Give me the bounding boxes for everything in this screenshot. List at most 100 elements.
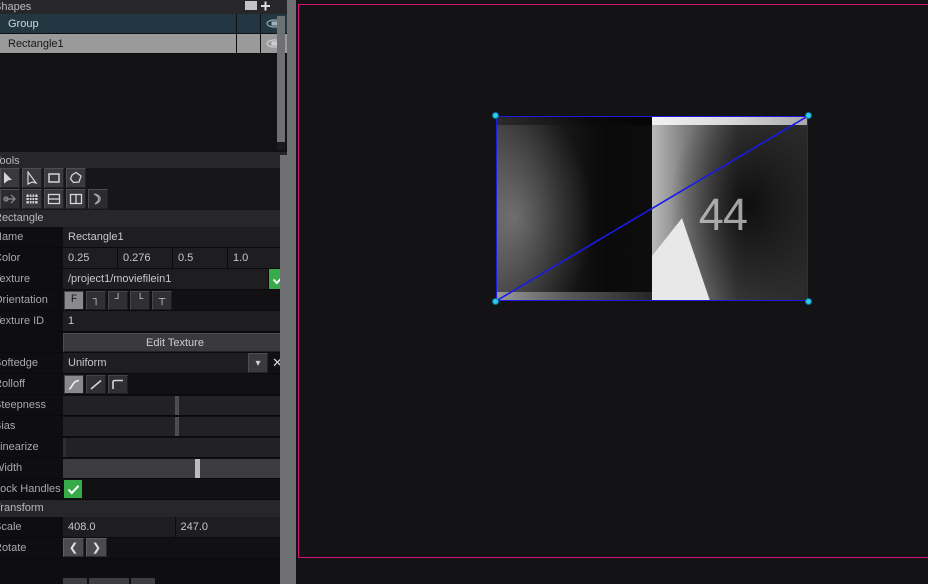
shapes-panel-header: Shapes	[0, 0, 287, 14]
orientation-option-1[interactable]: ┐	[86, 290, 106, 310]
handle-bottom-left[interactable]	[492, 298, 499, 305]
orientation-option-0[interactable]: F	[64, 290, 84, 310]
chevron-right-icon[interactable]: ❯	[86, 538, 107, 557]
bias-slider[interactable]	[63, 417, 287, 436]
name-field[interactable]: Rectangle1	[63, 227, 287, 247]
shapes-list[interactable]: Group Rectangle1	[0, 14, 287, 152]
steepness-slider[interactable]	[63, 396, 287, 415]
softedge-select[interactable]: Uniform	[63, 353, 248, 373]
rotate-buttons: ❮ ❯	[63, 538, 287, 558]
shapes-panel-title: Shapes	[0, 1, 32, 13]
add-shape-icon[interactable]	[243, 0, 271, 13]
texture-id-row: Texture ID 1	[0, 311, 287, 332]
softedge-label: Softedge	[0, 357, 39, 369]
rotate-row: Rotate ❮ ❯	[0, 538, 287, 559]
tools-panel-title: Tools	[0, 155, 20, 167]
chevron-left-icon[interactable]: ❮	[63, 538, 84, 557]
rectangle-shape[interactable]: 44	[492, 112, 812, 305]
rolloff-label: Rolloff	[0, 378, 25, 390]
shape-name: Group	[8, 17, 39, 30]
grid-tool-icon[interactable]	[22, 189, 42, 209]
color-label: Color	[0, 252, 21, 264]
lock-handles-checkbox[interactable]	[64, 480, 82, 498]
rectangle-section-header: Rectangle	[0, 210, 287, 227]
lock-handles-label: Lock Handles	[0, 483, 61, 495]
step-curve-icon[interactable]	[108, 374, 128, 394]
steepness-label: Steepness	[0, 399, 46, 411]
selection-outline	[496, 116, 808, 301]
polygon-tool-icon[interactable]	[66, 168, 86, 188]
tools-row-2	[0, 189, 287, 210]
rolloff-buttons	[63, 374, 287, 394]
name-row: Name Rectangle1	[0, 227, 287, 248]
check-icon	[67, 484, 79, 494]
panel-splitter[interactable]	[287, 0, 296, 584]
handle-top-right[interactable]	[805, 112, 812, 119]
color-g-field[interactable]: 0.276	[118, 248, 173, 268]
width-row: Width	[0, 458, 287, 479]
scale-row: Scale 408.0 247.0	[0, 517, 287, 538]
rolloff-row: Rolloff	[0, 374, 287, 395]
name-label: Name	[0, 231, 24, 243]
lock-handles-row: Lock Handles	[0, 479, 287, 500]
orientation-option-2[interactable]: ┘	[108, 290, 128, 310]
split-vertical-icon[interactable]	[66, 189, 86, 209]
transform-section-title: Transform	[0, 502, 44, 514]
edit-texture-button[interactable]: Edit Texture	[63, 333, 287, 352]
shape-column-blank	[236, 34, 260, 53]
lock-handles-wrap	[63, 479, 287, 499]
linearize-row: Linearize	[0, 437, 287, 458]
shapes-list-scrollbar[interactable]	[277, 16, 285, 150]
viewport[interactable]: 44	[296, 0, 928, 584]
orientation-buttons: F ┐ ┘ └ ┬	[63, 290, 287, 310]
handle-bottom-right[interactable]	[805, 298, 812, 305]
color-r-field[interactable]: 0.25	[63, 248, 118, 268]
select-arrow-icon[interactable]	[0, 168, 20, 188]
orientation-label: Orientation	[0, 294, 48, 306]
scale-y-field[interactable]: 247.0	[175, 517, 287, 537]
color-row: Color 0.25 0.276 0.5 1.0	[0, 248, 287, 269]
tools-grid	[0, 168, 287, 210]
scale-label: Scale	[0, 521, 22, 533]
texture-label: Texture	[0, 273, 31, 285]
pointer-edit-icon[interactable]	[22, 168, 42, 188]
split-horizontal-icon[interactable]	[44, 189, 64, 209]
orientation-option-3[interactable]: └	[130, 290, 150, 310]
stub-button-b[interactable]	[89, 578, 129, 584]
steepness-row: Steepness	[0, 395, 287, 416]
left-dock: Shapes Group Recta	[0, 0, 287, 584]
tools-row-1	[0, 168, 287, 189]
rectangle-section-title: Rectangle	[0, 212, 44, 224]
color-a-field[interactable]: 1.0	[228, 248, 283, 268]
width-label: Width	[0, 462, 23, 474]
chevron-down-icon[interactable]: ▾	[248, 353, 268, 373]
properties-scrollbar[interactable]	[280, 155, 287, 584]
stub-button-c[interactable]	[131, 578, 155, 584]
stub-button-a[interactable]	[63, 578, 87, 584]
bias-label: Bias	[0, 420, 16, 432]
shape-name: Rectangle1	[8, 37, 64, 50]
linearize-slider[interactable]	[63, 438, 287, 457]
shape-column-blank	[236, 14, 260, 33]
list-item[interactable]: Rectangle1	[0, 34, 287, 54]
width-slider[interactable]	[63, 459, 287, 478]
texture-path-field[interactable]: /project1/moviefilein1	[63, 269, 269, 289]
texture-id-label: Texture ID	[0, 315, 45, 327]
scale-x-field[interactable]: 408.0	[63, 517, 176, 537]
rectangle-tool-icon[interactable]	[44, 168, 64, 188]
texture-id-field[interactable]: 1	[63, 311, 287, 331]
handle-top-left[interactable]	[492, 112, 499, 119]
texture-row: Texture /project1/moviefilein1	[0, 269, 287, 290]
curve-tool-icon[interactable]	[88, 189, 108, 209]
linear-icon[interactable]	[86, 374, 106, 394]
bias-row: Bias	[0, 416, 287, 437]
orientation-option-4[interactable]: ┬	[152, 290, 172, 310]
tools-panel-header: Tools	[0, 152, 287, 168]
list-item[interactable]: Group	[0, 14, 287, 34]
edit-texture-spacer	[0, 332, 63, 352]
color-b-field[interactable]: 0.5	[173, 248, 228, 268]
s-curve-icon[interactable]	[64, 374, 84, 394]
bezier-point-icon[interactable]	[0, 189, 20, 209]
transform-section-header: Transform	[0, 500, 287, 517]
softedge-row: Softedge Uniform ▾ ✕	[0, 353, 287, 374]
